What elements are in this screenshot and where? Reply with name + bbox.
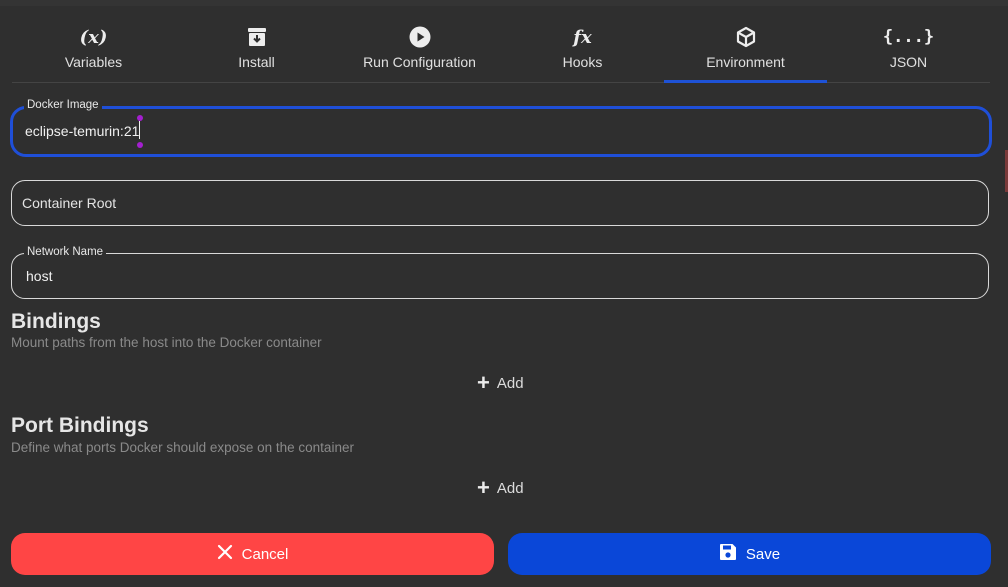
save-label: Save [745, 545, 781, 563]
docker-image-label: Docker Image [24, 99, 102, 111]
container-root-field[interactable]: Container Root [11, 180, 989, 226]
save-button[interactable]: Save [508, 533, 991, 575]
cancel-label: Cancel [241, 545, 289, 563]
docker-image-value: eclipse-temurin:21 [25, 123, 140, 139]
archive-icon [247, 22, 267, 52]
edit-template-dialog: (x) Variables Install Run Configuration [0, 0, 1008, 587]
add-port-binding-button[interactable]: + Add [477, 477, 524, 499]
tab-run-configuration[interactable]: Run Configuration [338, 22, 501, 82]
plus-icon: + [477, 475, 490, 500]
cancel-button[interactable]: Cancel [11, 533, 494, 575]
dialog-top-edge [0, 0, 1008, 6]
variable-icon: (x) [79, 26, 108, 48]
container-root-placeholder: Container Root [22, 195, 117, 211]
text-caret [139, 121, 140, 139]
selection-handle-bottom[interactable] [137, 142, 143, 148]
network-name-value: host [26, 268, 53, 284]
bindings-subtitle: Mount paths from the host into the Docke… [11, 335, 322, 350]
add-binding-button[interactable]: + Add [477, 372, 524, 394]
bindings-title: Bindings [11, 310, 101, 333]
plus-icon: + [477, 370, 490, 395]
port-bindings-subtitle: Define what ports Docker should expose o… [11, 440, 354, 455]
docker-image-field[interactable]: Docker Image eclipse-temurin:21 [10, 99, 992, 157]
tab-label: JSON [889, 54, 928, 70]
network-name-field[interactable]: Network Name host [11, 246, 989, 299]
tab-label: Install [238, 54, 275, 70]
port-bindings-title: Port Bindings [11, 414, 149, 437]
tab-bar: (x) Variables Install Run Configuration [12, 22, 990, 83]
add-port-binding-label: Add [496, 479, 524, 497]
cube-icon [735, 22, 757, 52]
tab-label: Run Configuration [363, 54, 476, 70]
close-icon [217, 544, 233, 564]
floppy-disk-icon [719, 543, 737, 565]
tab-variables[interactable]: (x) Variables [12, 22, 175, 82]
selection-handle-top[interactable] [137, 115, 143, 121]
function-icon: fx [573, 26, 592, 48]
tab-environment[interactable]: Environment [664, 22, 827, 83]
tab-install[interactable]: Install [175, 22, 338, 82]
tab-label: Environment [706, 54, 785, 70]
tab-hooks[interactable]: fx Hooks [501, 22, 664, 82]
tab-label: Hooks [562, 54, 603, 70]
play-circle-icon [409, 22, 431, 52]
add-binding-label: Add [496, 374, 524, 392]
braces-icon: {...} [882, 27, 935, 47]
tab-json[interactable]: {...} JSON [827, 22, 990, 82]
tab-label: Variables [64, 54, 123, 70]
network-name-label: Network Name [24, 246, 107, 258]
